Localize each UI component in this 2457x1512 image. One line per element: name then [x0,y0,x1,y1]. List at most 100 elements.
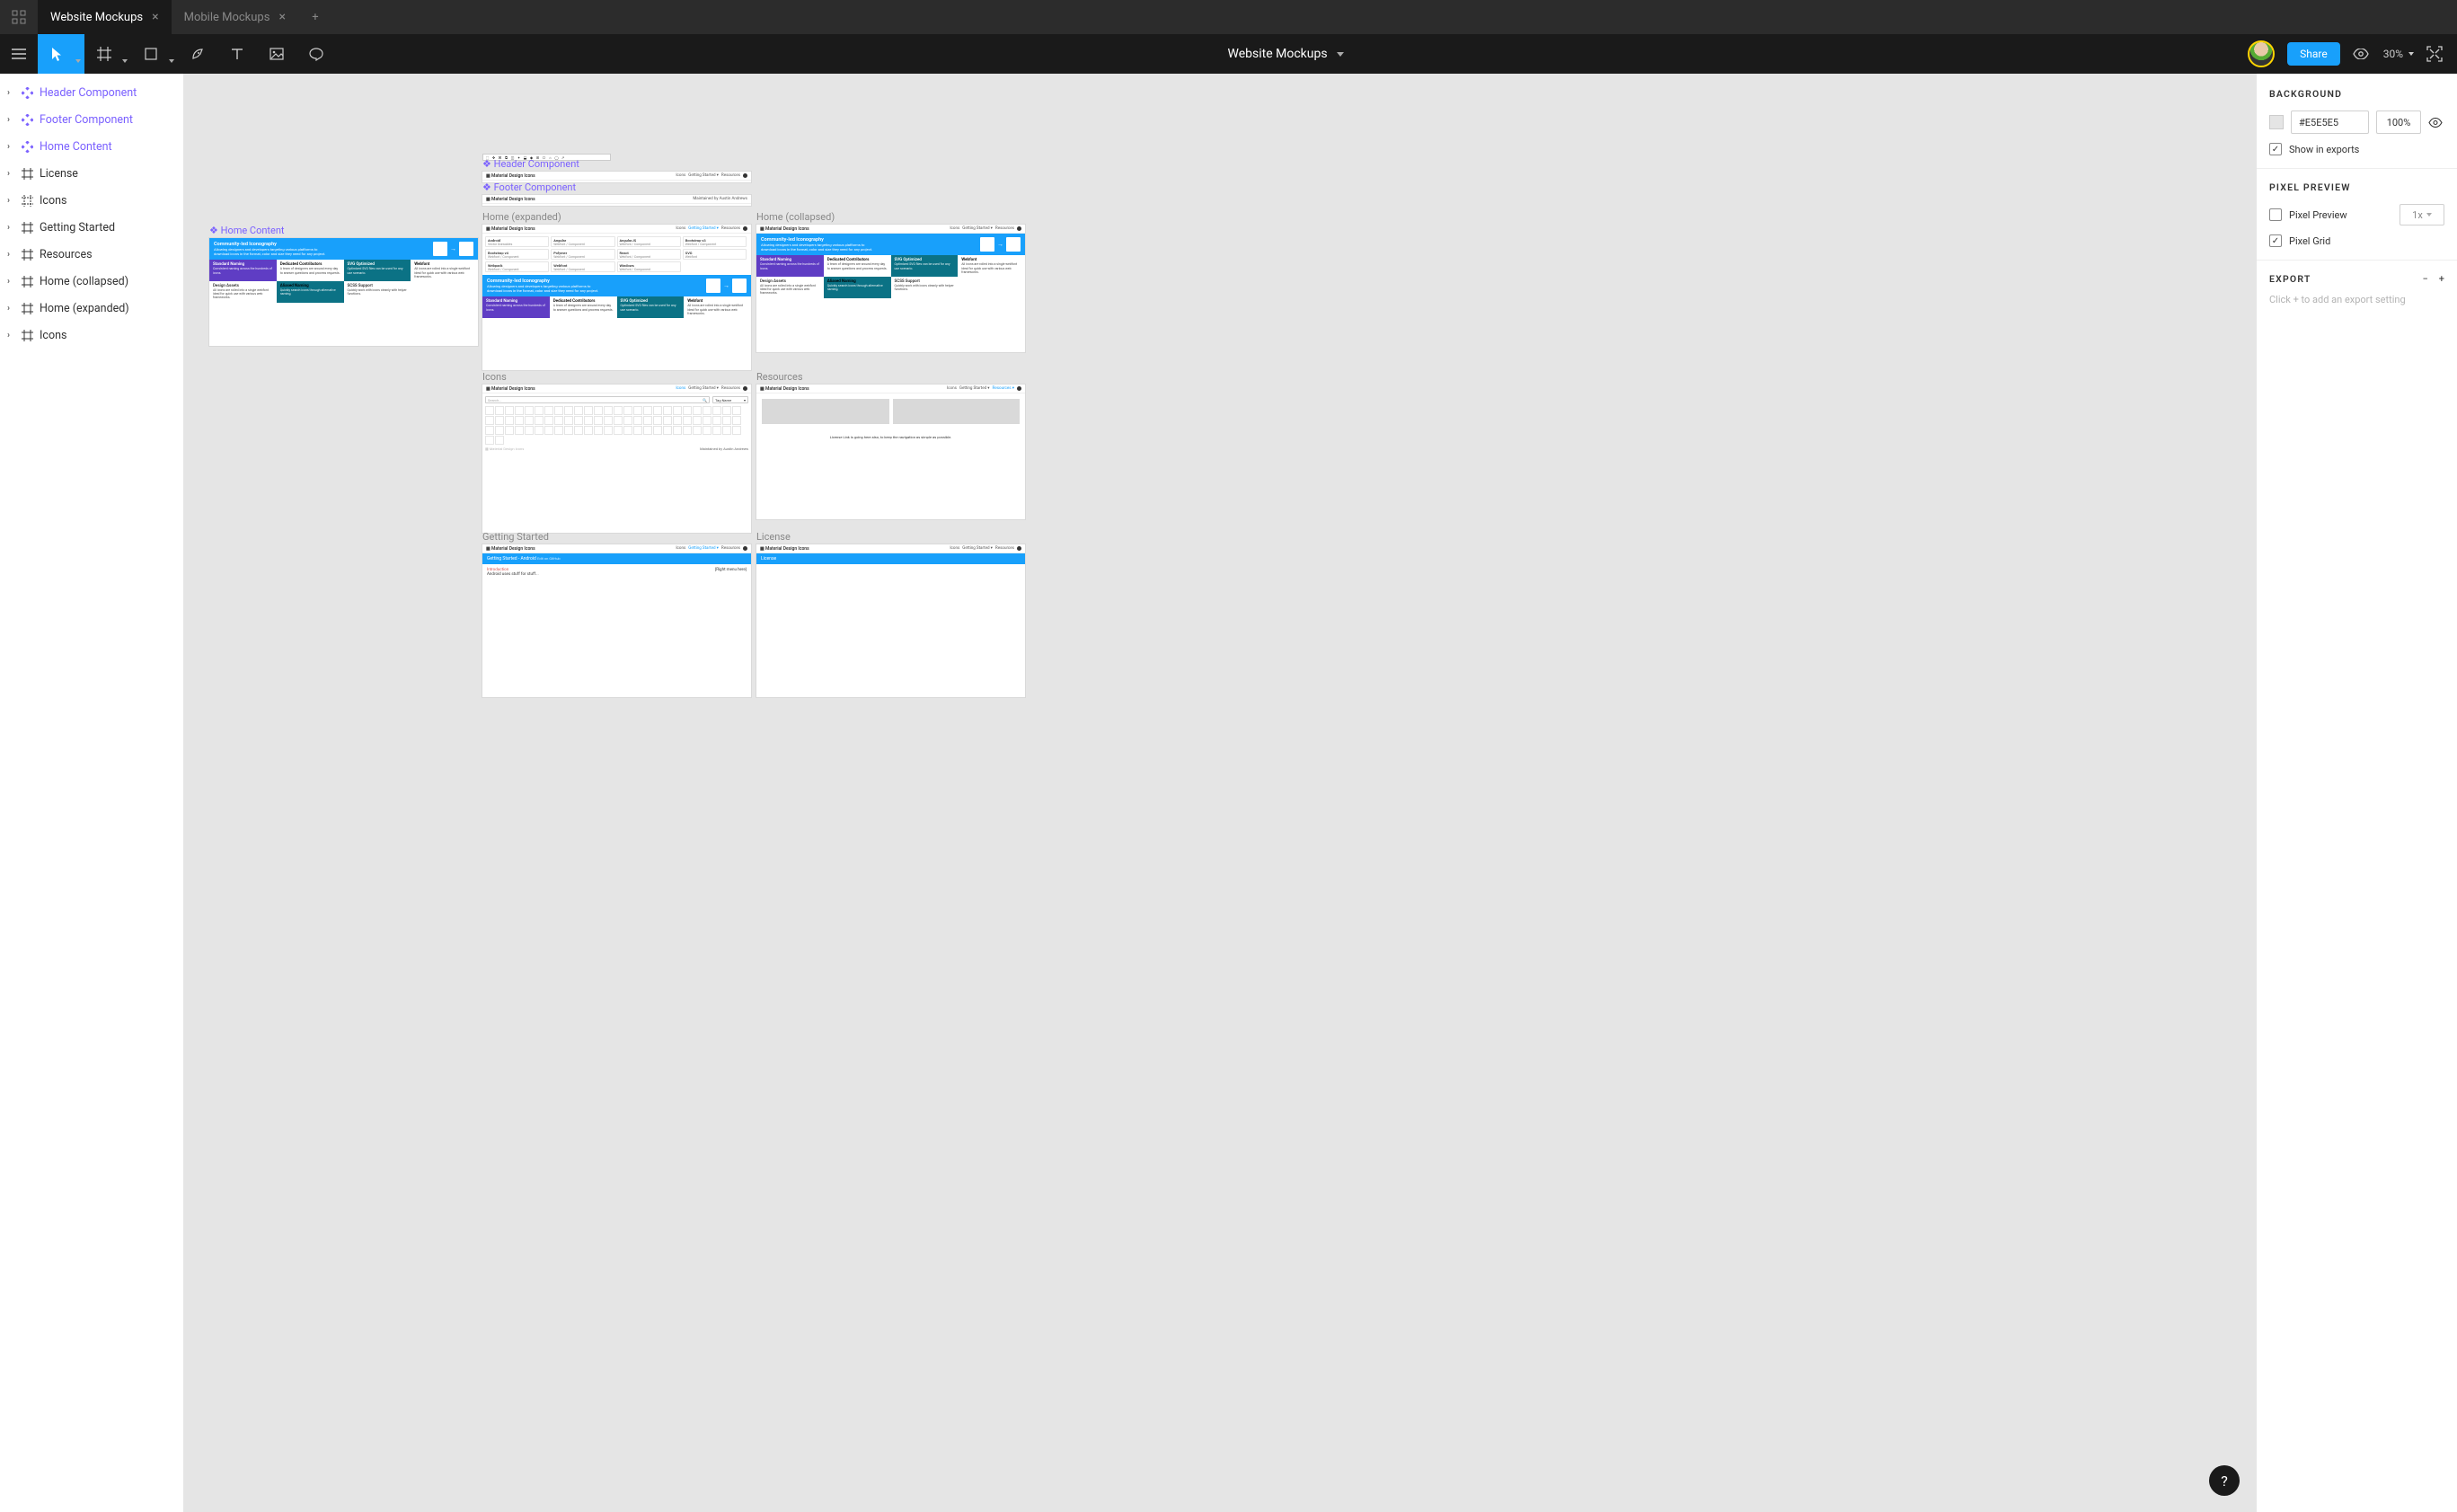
apps-icon[interactable] [0,0,38,34]
artboard-icons[interactable]: ▦ Material Design Icons IconsGetting Sta… [482,385,751,533]
icon-cell[interactable] [574,426,583,435]
icon-cell[interactable] [554,416,563,425]
canvas[interactable]: ⬚❖⌘⧉◫✦⬓◆⊞⎔⌂◯↗ Header Component ▦ Materia… [184,74,2256,1512]
icon-cell[interactable] [614,426,623,435]
icon-cell[interactable] [614,406,623,415]
icon-cell[interactable] [653,406,662,415]
tab-mobile-mockups[interactable]: Mobile Mockups × [172,0,298,34]
pen-tool[interactable] [178,34,217,74]
icon-cell[interactable] [633,406,642,415]
icon-cell[interactable] [722,406,731,415]
comment-tool[interactable] [296,34,336,74]
layer-row-header-component[interactable]: › Header Component [0,79,183,106]
icon-cell[interactable] [505,416,514,425]
icon-cell[interactable] [535,406,544,415]
icon-cell[interactable] [693,416,702,425]
layer-row-home-collapsed[interactable]: › Home (collapsed) [0,268,183,295]
icon-cell[interactable] [535,426,544,435]
icon-cell[interactable] [623,406,632,415]
icon-cell[interactable] [722,426,731,435]
icon-cell[interactable] [653,416,662,425]
frame-label[interactable]: Footer Component [482,181,576,195]
icon-cell[interactable] [554,406,563,415]
platform-card[interactable]: AngularWebfont / Component [551,236,614,247]
layers-panel[interactable]: › Header Component › Footer Component › … [0,74,184,1512]
layer-row-getting-started[interactable]: › Getting Started [0,214,183,241]
artboard-footer-component[interactable]: ▦ Material Design Icons Maintained by Au… [482,195,751,206]
frame-tool[interactable] [84,34,131,74]
move-tool[interactable] [38,34,84,74]
icon-cell[interactable] [712,416,721,425]
zoom-to-fit-button[interactable] [2426,46,2444,62]
icon-cell[interactable] [643,426,652,435]
icon-cell[interactable] [584,426,593,435]
icon-cell[interactable] [732,416,741,425]
layer-row-resources[interactable]: › Resources [0,241,183,268]
icon-cell[interactable] [515,416,524,425]
icon-cell[interactable] [633,426,642,435]
search-input[interactable]: Search...🔍 [485,396,710,403]
icon-cell[interactable] [693,426,702,435]
icon-cell[interactable] [673,426,682,435]
icon-cell[interactable] [564,416,573,425]
icon-cell[interactable] [495,406,504,415]
icon-cell[interactable] [505,406,514,415]
tab-close-icon[interactable]: × [278,10,285,24]
icon-cell[interactable] [633,416,642,425]
icon-cell[interactable] [663,416,672,425]
icon-cell[interactable] [544,416,553,425]
icon-cell[interactable] [495,436,504,445]
artboard-license[interactable]: ▦ Material Design Icons IconsGetting Sta… [756,544,1025,697]
icon-cell[interactable] [703,426,711,435]
icon-cell[interactable] [515,406,524,415]
present-button[interactable] [2353,49,2371,59]
pixel-preview-scale-select[interactable]: 1x [2400,204,2444,225]
visibility-toggle[interactable] [2428,118,2444,128]
avatar[interactable] [2248,40,2275,67]
color-swatch[interactable] [2269,115,2284,129]
icon-cell[interactable] [653,426,662,435]
icon-cell[interactable] [594,406,603,415]
icon-cell[interactable] [594,416,603,425]
icon-cell[interactable] [594,426,603,435]
icon-cell[interactable] [554,426,563,435]
shape-tool[interactable] [131,34,178,74]
zoom-control[interactable]: 30% [2383,48,2414,60]
platform-card[interactable]: AndroidVector Drawables [485,236,549,247]
tab-website-mockups[interactable]: Website Mockups × [38,0,172,34]
document-title[interactable]: Website Mockups [336,47,2235,61]
inspector-panel[interactable]: BACKGROUND #E5E5E5 100% Show in exports … [2256,74,2457,1512]
help-button[interactable]: ? [2209,1465,2240,1496]
icon-cell[interactable] [604,406,613,415]
icon-cell[interactable] [574,406,583,415]
artboard-getting-started[interactable]: ▦ Material Design Icons IconsGetting Sta… [482,544,751,697]
layer-row-footer-component[interactable]: › Footer Component [0,106,183,133]
icon-cell[interactable] [643,406,652,415]
tab-add-button[interactable]: + [298,0,332,34]
icon-cell[interactable] [663,406,672,415]
icon-cell[interactable] [683,426,692,435]
icon-cell[interactable] [614,416,623,425]
frame-label[interactable]: Resources [756,371,803,385]
icon-cell[interactable] [623,426,632,435]
export-add-button[interactable]: + [2439,273,2444,285]
platform-card[interactable]: PolymerWebfont / Component [551,249,614,260]
icon-cell[interactable] [703,406,711,415]
platform-card[interactable]: WebfontWebfont / Component [551,261,614,272]
icon-cell[interactable] [732,406,741,415]
icon-cell[interactable] [712,426,721,435]
layer-row-license[interactable]: › License [0,160,183,187]
icon-cell[interactable] [584,406,593,415]
image-tool[interactable] [257,34,296,74]
frame-label[interactable]: License [756,531,791,544]
icon-cell[interactable] [485,436,494,445]
icon-cell[interactable] [485,426,494,435]
icon-cell[interactable] [732,426,741,435]
icon-cell[interactable] [525,416,534,425]
frame-label[interactable]: Getting Started [482,531,549,544]
icon-cell[interactable] [505,426,514,435]
icon-cell[interactable] [712,406,721,415]
opacity-input[interactable]: 100% [2376,111,2421,134]
icon-cell[interactable] [495,426,504,435]
color-hex-input[interactable]: #E5E5E5 [2291,111,2369,134]
